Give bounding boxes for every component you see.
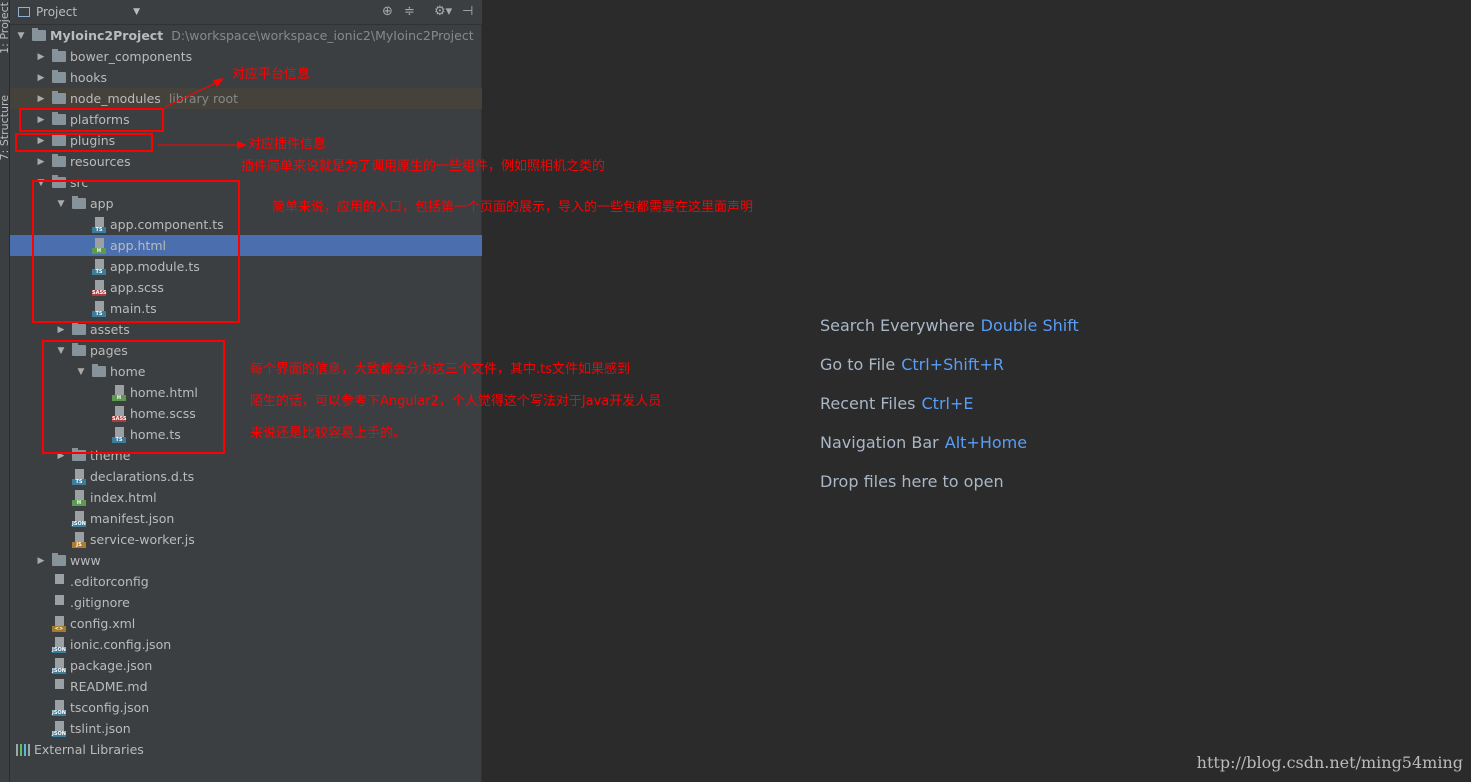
editor-hint: Navigation Bar Alt+Home xyxy=(820,433,1027,452)
editor-hint: Search Everywhere Double Shift xyxy=(820,316,1079,335)
annotation-pages-line3: 来说还是比较容易上手的。 xyxy=(250,426,407,441)
annotation-pages-line1: 每个界面的信息，大致都会分为这三个文件，其中.ts文件如果感到 xyxy=(250,362,631,377)
annotation-app: 简单来说，应用的入口，包括第一个页面的展示，导入的一些包都需要在这里面声明 xyxy=(272,200,754,215)
annotation-platforms: 对应平台信息 xyxy=(232,67,311,82)
hint-label: Search Everywhere xyxy=(820,316,975,335)
hint-label: Navigation Bar xyxy=(820,433,939,452)
annotation-plugins: 对应插件信息 xyxy=(248,137,327,152)
annotation-pages-line2: 陌生的话，可以参考下Angular2，个人觉得这个写法对于Java开发人员 xyxy=(250,394,662,409)
editor-hint: Recent Files Ctrl+E xyxy=(820,394,973,413)
hint-shortcut: Double Shift xyxy=(980,316,1079,335)
editor-hint: Drop files here to open xyxy=(820,472,1004,491)
annotation-plugins-detail: 插件简单来说就是为了调用原生的一些组件，例如照相机之类的 xyxy=(241,159,606,174)
hint-label: Recent Files xyxy=(820,394,916,413)
hint-shortcut: Alt+Home xyxy=(944,433,1028,452)
hint-shortcut: Ctrl+E xyxy=(921,394,974,413)
annotation-arrows xyxy=(158,78,247,149)
hint-shortcut: Ctrl+Shift+R xyxy=(901,355,1004,374)
hint-label: Drop files here to open xyxy=(820,472,1004,491)
watermark: http://blog.csdn.net/ming54ming xyxy=(1196,753,1463,772)
editor-hint: Go to File Ctrl+Shift+R xyxy=(820,355,1004,374)
hint-label: Go to File xyxy=(820,355,896,374)
